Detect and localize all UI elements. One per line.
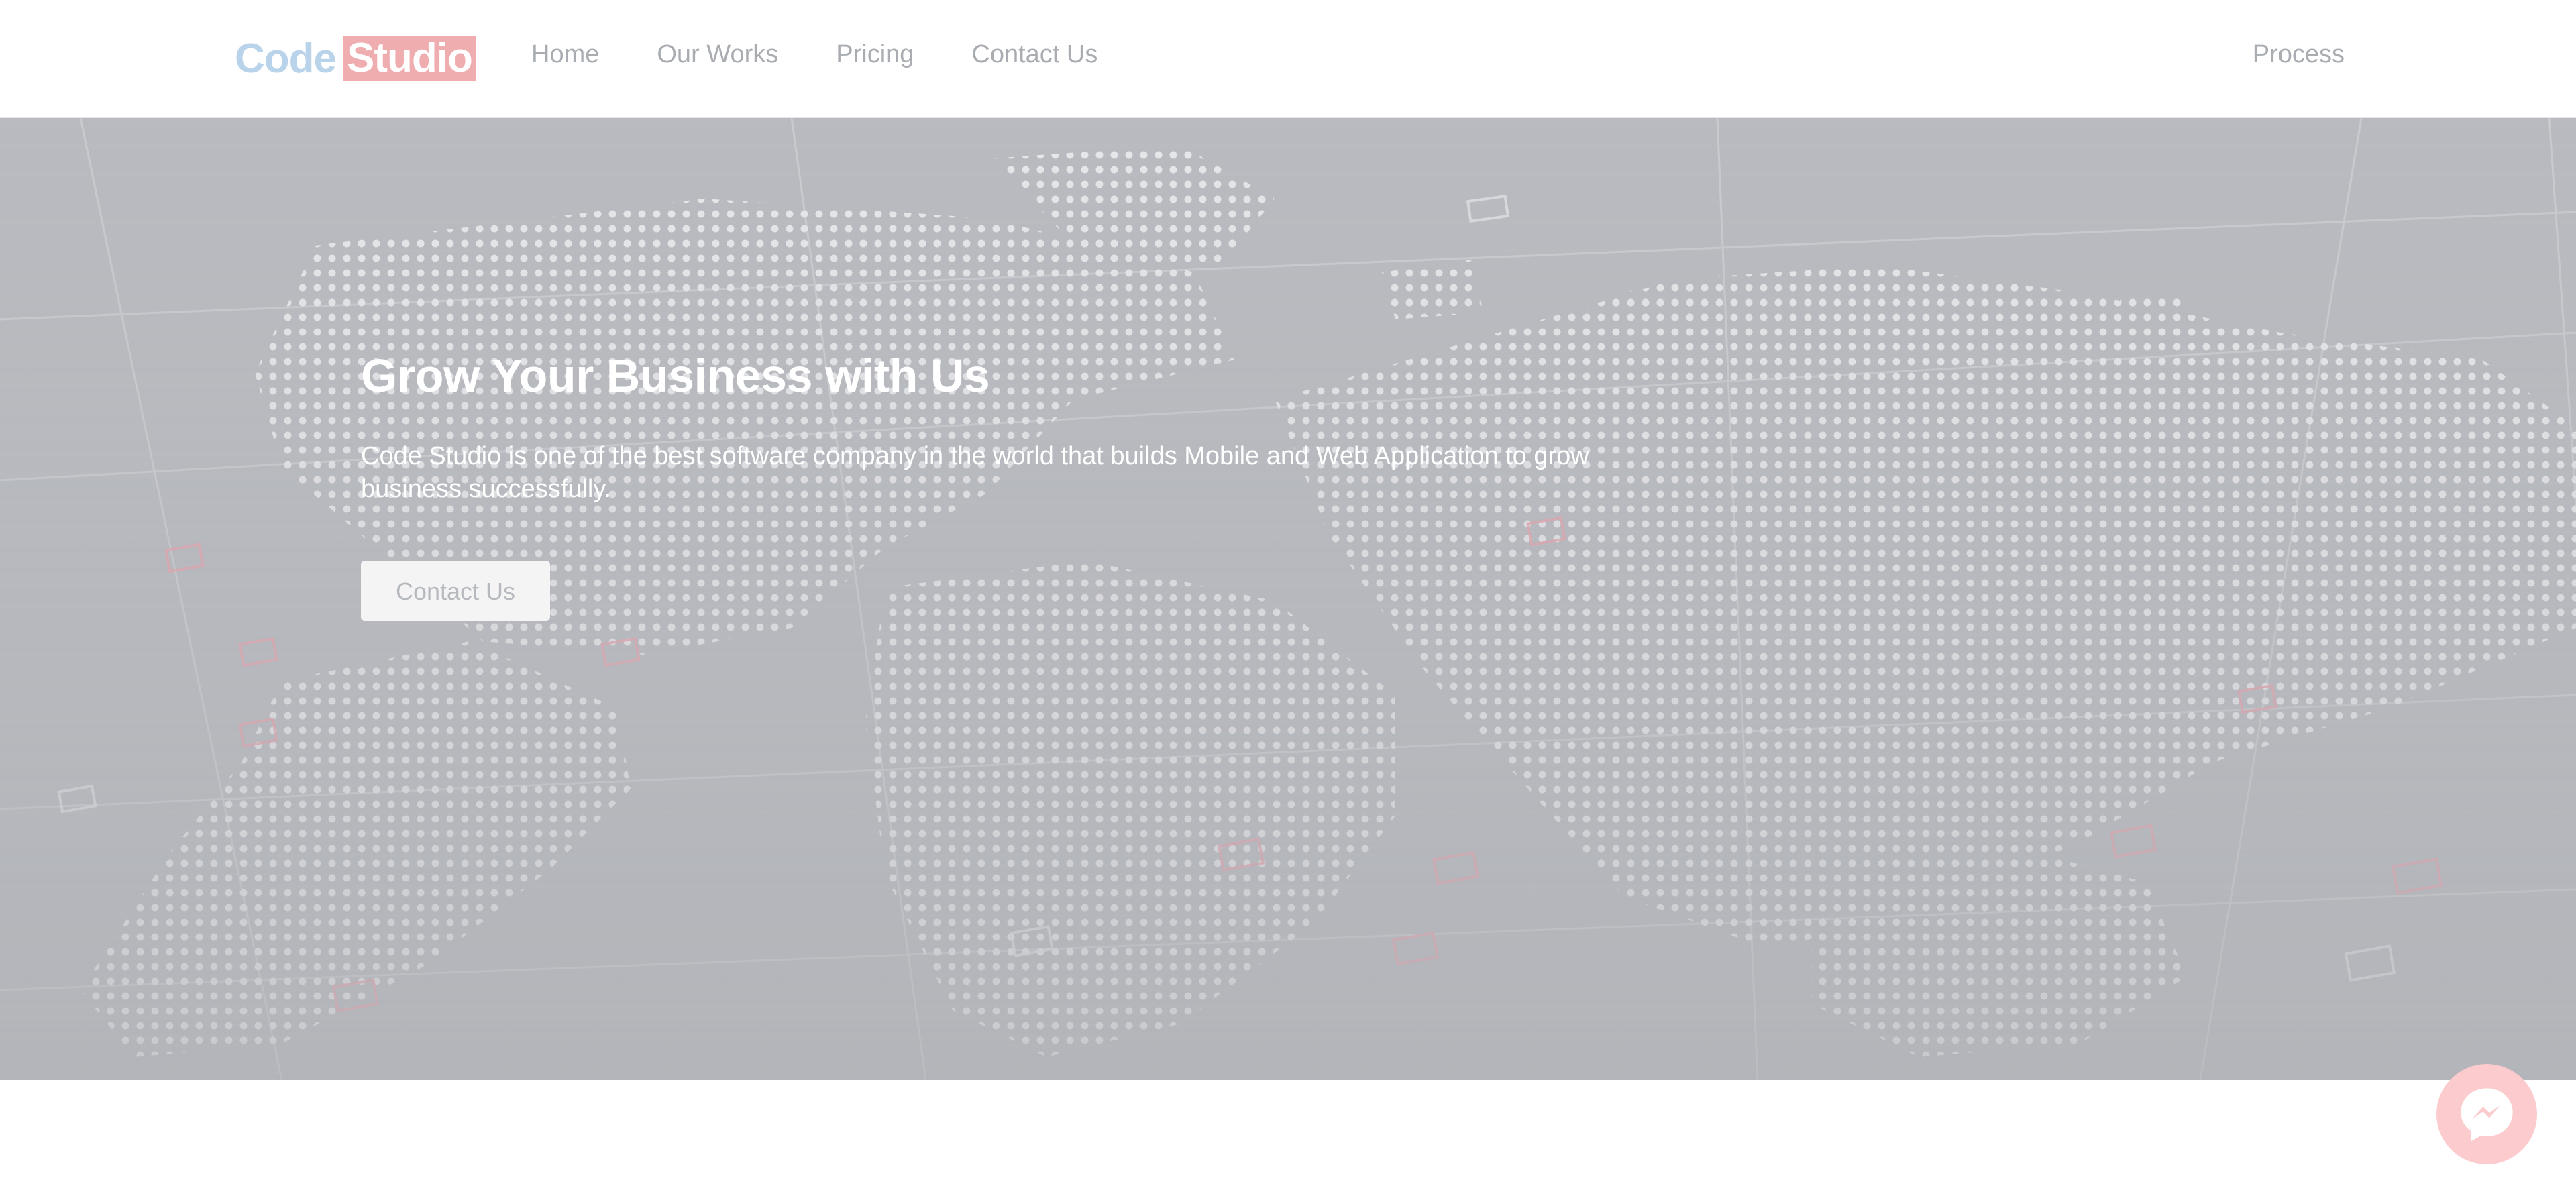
navbar: Code Studio Home Our Works Pricing Conta… [0, 0, 2576, 118]
hero-description: Code Studio is one of the best software … [361, 442, 1589, 503]
logo-text-studio: Studio [343, 36, 476, 81]
logo-text-code: Code [235, 35, 337, 82]
brand-logo[interactable]: Code Studio [235, 35, 476, 82]
main-nav: Home Our Works Pricing Contact Us [531, 40, 1097, 69]
hero-title: Grow Your Business with Us [361, 349, 990, 402]
nav-item-contact-us[interactable]: Contact Us [971, 40, 1097, 69]
nav-item-our-works[interactable]: Our Works [657, 40, 778, 69]
hero-section: Grow Your Business with Us Code Studio i… [0, 118, 2576, 1080]
nav-item-pricing[interactable]: Pricing [836, 40, 914, 69]
messenger-chat-button[interactable] [2436, 1064, 2537, 1164]
nav-item-process[interactable]: Process [2253, 40, 2345, 69]
nav-item-home[interactable]: Home [531, 40, 599, 69]
messenger-icon [2461, 1088, 2513, 1142]
contact-us-button[interactable]: Contact Us [361, 561, 550, 621]
hero-content: Grow Your Business with Us Code Studio i… [361, 349, 1635, 621]
